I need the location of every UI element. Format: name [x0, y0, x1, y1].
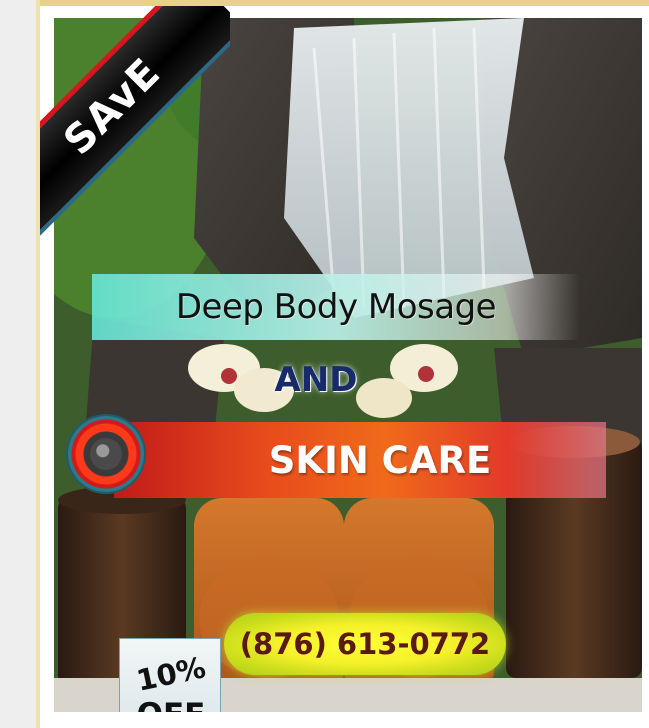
phone-pill[interactable]: (876) 613-0772: [224, 613, 506, 675]
headline-text: Deep Body Mosage: [175, 287, 497, 327]
phone-number[interactable]: (876) 613-0772: [240, 627, 490, 661]
connector-text: AND: [274, 360, 358, 400]
discount-off-label: OFF: [124, 697, 218, 712]
skin-care-text: SKIN CARE: [268, 438, 492, 482]
headline-banner: Deep Body Mosage: [92, 274, 580, 340]
discount-badge: 10% OFF: [119, 638, 221, 712]
discount-percent: 10%: [133, 650, 209, 698]
ring-center-icon: [90, 438, 122, 470]
save-ribbon-label: SAvE: [55, 49, 170, 165]
spa-ad-card: Deep Body Mosage AND SKIN CARE (876) 613…: [36, 0, 649, 728]
save-ribbon-band: SAvE: [36, 0, 230, 240]
skin-care-banner: SKIN CARE: [114, 422, 606, 498]
ring-badge-icon: [68, 416, 144, 492]
card-left-border: [36, 0, 40, 728]
card-top-border: [36, 0, 649, 6]
save-ribbon: SAvE: [36, 0, 230, 240]
